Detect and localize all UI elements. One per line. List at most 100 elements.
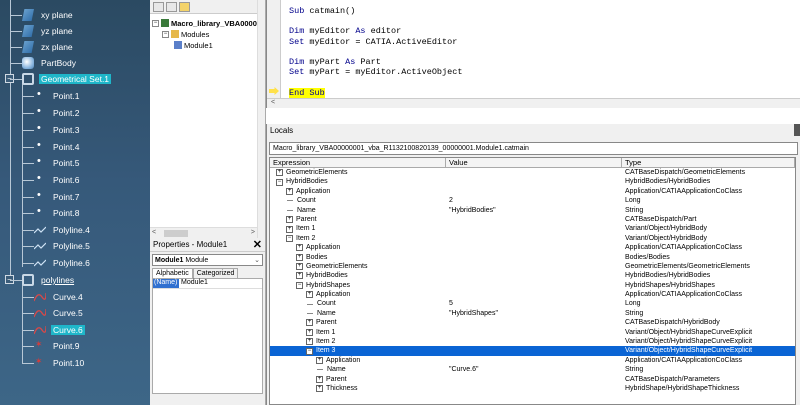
code-editor[interactable]: Sub catmain() Dim myEditor As editor Set m…: [289, 6, 462, 98]
view-object-button[interactable]: [166, 1, 177, 12]
tree-item-point-10[interactable]: Point.10: [34, 356, 86, 370]
view-code-button[interactable]: [153, 1, 164, 12]
expand-icon[interactable]: +: [296, 272, 303, 280]
project-root[interactable]: − Macro_library_VBA0000: [152, 18, 257, 28]
tree-item-geometrical-set-1[interactable]: Geometrical Set.1: [22, 72, 112, 86]
code-line[interactable]: Set myEditor = CATIA.ActiveEditor: [289, 37, 462, 47]
tree-item-point-7[interactable]: Point.7: [34, 189, 81, 204]
collapse-icon[interactable]: −: [152, 19, 159, 27]
locals-row[interactable]: − HybridShapes HybridShapes/HybridShapes: [270, 281, 795, 290]
object-combo[interactable]: Module1 Module ⌄: [152, 254, 263, 266]
code-line[interactable]: End Sub: [289, 87, 462, 98]
locals-row[interactable]: Name "HybridShapes" String: [270, 309, 795, 318]
locals-row[interactable]: + Thickness HybridShape/HybridShapeThickne…: [270, 384, 795, 393]
value-cell[interactable]: [446, 262, 622, 271]
expand-icon[interactable]: +: [316, 357, 323, 364]
tree-item-polylines[interactable]: polylines: [22, 273, 76, 287]
scroll-right-icon[interactable]: >: [251, 229, 255, 236]
locals-row[interactable]: + Application Application/CATIAApplication…: [270, 243, 795, 252]
code-line[interactable]: Dim myPart As Part: [289, 57, 462, 67]
collapse-icon[interactable]: −: [306, 347, 313, 355]
expand-icon[interactable]: +: [316, 385, 323, 393]
tree-item-point-2[interactable]: Point.2: [34, 105, 81, 120]
tab-categorized[interactable]: Categorized: [192, 268, 239, 278]
scroll-left-icon[interactable]: <: [271, 99, 275, 106]
toggle-folders-button[interactable]: [179, 1, 190, 12]
property-value[interactable]: Module1: [179, 279, 208, 288]
value-cell[interactable]: [446, 187, 622, 196]
value-cell[interactable]: [446, 177, 622, 186]
close-icon[interactable]: ✕: [253, 238, 262, 251]
value-cell[interactable]: [446, 337, 622, 346]
header-type[interactable]: Type: [622, 158, 795, 167]
value-cell[interactable]: [446, 384, 622, 393]
collapse-icon[interactable]: −: [296, 281, 303, 289]
expand-icon[interactable]: +: [316, 375, 323, 383]
locals-row[interactable]: Count 2 Long: [270, 196, 795, 205]
locals-row[interactable]: − Item 2 Variant/Object/HybridBody: [270, 234, 795, 243]
tree-item-polyline-5[interactable]: Polyline.5: [33, 239, 92, 253]
tree-item-xy-plane[interactable]: xy plane: [22, 8, 75, 22]
tree-item-partbody[interactable]: PartBody: [22, 56, 78, 70]
value-cell[interactable]: [446, 328, 622, 337]
expand-icon[interactable]: +: [296, 253, 303, 261]
project-horizontal-scrollbar[interactable]: < >: [150, 227, 257, 238]
locals-row[interactable]: − HybridBodies HybridBodies/HybridBodies: [270, 177, 795, 186]
collapse-icon[interactable]: −: [162, 30, 169, 38]
value-cell[interactable]: "HybridShapes": [446, 309, 622, 318]
tree-item-curve-4[interactable]: Curve.4: [33, 290, 85, 304]
locals-row[interactable]: − Item 3 Variant/Object/HybridShapeCurveEx…: [270, 346, 795, 356]
expand-icon[interactable]: +: [296, 263, 303, 271]
tree-item-zx-plane[interactable]: zx plane: [22, 40, 75, 54]
locals-row[interactable]: + Parent CATBaseDispatch/Parameters: [270, 375, 795, 384]
code-window[interactable]: Sub catmain() Dim myEditor As editor Set m…: [266, 0, 800, 108]
value-cell[interactable]: [446, 243, 622, 252]
tab-alphabetic[interactable]: Alphabetic: [152, 268, 193, 278]
tree-item-point-4[interactable]: Point.4: [34, 139, 81, 154]
tree-item-point-8[interactable]: Point.8: [34, 205, 81, 220]
expand-icon[interactable]: +: [296, 244, 303, 252]
locals-row[interactable]: + Item 2 Variant/Object/HybridShapeCurveEx…: [270, 337, 795, 346]
value-cell[interactable]: [446, 271, 622, 280]
tree-item-point-1[interactable]: Point.1: [34, 88, 81, 103]
code-line[interactable]: Dim myEditor As editor: [289, 26, 462, 36]
expand-icon[interactable]: +: [286, 216, 293, 224]
header-value[interactable]: Value: [446, 158, 622, 167]
tree-item-point-3[interactable]: Point.3: [34, 122, 81, 137]
locals-row[interactable]: + Item 1 Variant/Object/HybridShapeCurveEx…: [270, 328, 795, 337]
expand-icon[interactable]: +: [306, 328, 313, 336]
value-cell[interactable]: [446, 281, 622, 290]
locals-row[interactable]: Name "Curve.6" String: [270, 365, 795, 374]
expand-icon[interactable]: +: [276, 169, 283, 177]
project-vertical-scrollbar[interactable]: [257, 0, 265, 238]
collapse-icon[interactable]: −: [286, 234, 293, 242]
expand-icon[interactable]: +: [306, 338, 313, 346]
value-cell[interactable]: [446, 224, 622, 233]
expand-icon[interactable]: +: [306, 319, 313, 327]
value-cell[interactable]: [446, 234, 622, 243]
locals-row[interactable]: + Application Application/CATIAApplication…: [270, 356, 795, 365]
code-line[interactable]: Sub catmain(): [289, 6, 462, 16]
value-cell[interactable]: "Curve.6": [446, 365, 622, 374]
value-cell[interactable]: [446, 346, 622, 355]
tree-item-curve-5[interactable]: Curve.5: [33, 306, 85, 320]
collapse-icon[interactable]: −: [276, 178, 283, 186]
code-line[interactable]: [289, 77, 462, 87]
value-cell[interactable]: 2: [446, 196, 622, 205]
locals-row[interactable]: + GeometricElements GeometricElements/Geom…: [270, 262, 795, 271]
tree-item-point-6[interactable]: Point.6: [34, 172, 81, 187]
code-horizontal-scrollbar[interactable]: <: [267, 98, 800, 108]
expand-icon[interactable]: +: [286, 225, 293, 233]
scroll-left-icon[interactable]: <: [152, 229, 156, 236]
value-cell[interactable]: "HybridBodies": [446, 206, 622, 215]
tree-item-polyline-6[interactable]: Polyline.6: [33, 256, 92, 270]
chevron-down-icon[interactable]: ⌄: [252, 256, 262, 264]
property-row[interactable]: (Name) Module1: [153, 279, 262, 289]
module-item[interactable]: Module1: [174, 40, 213, 50]
header-expression[interactable]: Expression: [270, 158, 446, 167]
scroll-thumb[interactable]: [164, 230, 188, 237]
tree-item-curve-6[interactable]: Curve.6: [33, 323, 85, 337]
locals-row[interactable]: + GeometricElements CATBaseDispatch/Geomet…: [270, 168, 795, 177]
tree-item-point-9[interactable]: Point.9: [34, 339, 81, 353]
value-cell[interactable]: [446, 253, 622, 262]
